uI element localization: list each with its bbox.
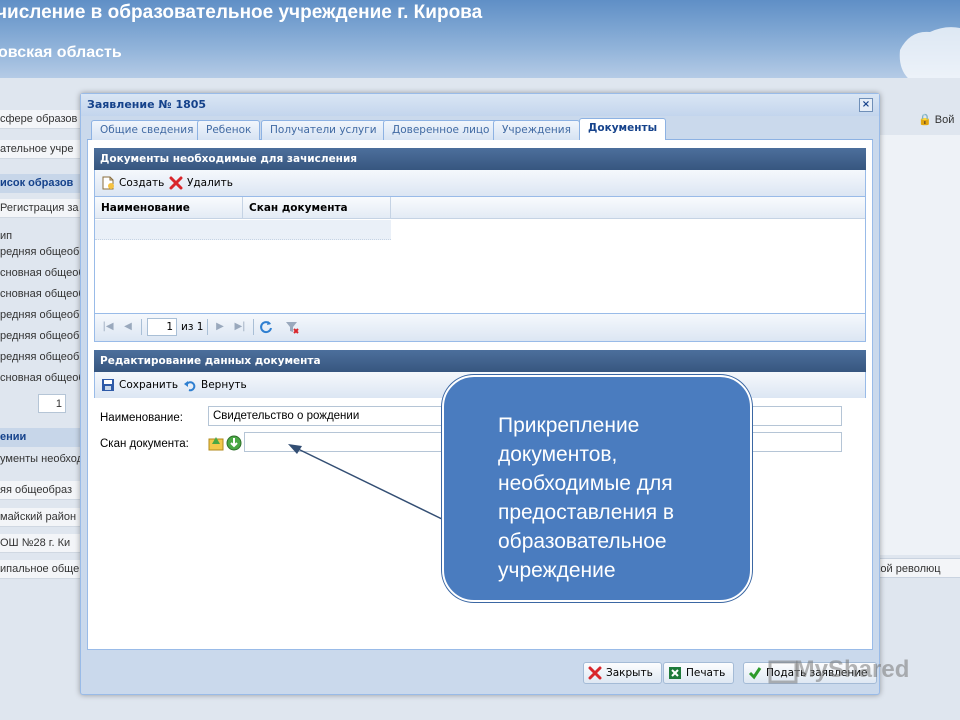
tab-documents[interactable]: Документы xyxy=(579,118,667,141)
upload-folder-icon[interactable] xyxy=(208,434,224,452)
table-row[interactable] xyxy=(95,220,391,240)
documents-grid: Наименование Скан документа xyxy=(94,196,866,314)
bg-left-row: ипальное обще xyxy=(0,560,82,579)
russia-map-icon xyxy=(899,27,960,78)
bg-left-band: исок образов xyxy=(0,174,82,193)
column-scan[interactable]: Скан документа xyxy=(243,197,391,219)
bg-left-row: редняя общеобр xyxy=(0,351,82,363)
bg-left-row: сновная общеоб xyxy=(0,372,82,384)
tab-child[interactable]: Ребенок xyxy=(197,120,261,140)
scan-label: Скан документа: xyxy=(100,438,189,450)
tab-general[interactable]: Общие сведения xyxy=(91,120,203,140)
tab-recipients[interactable]: Получатели услуги xyxy=(261,120,386,140)
bg-left-row: ОШ №28 г. Ки xyxy=(0,534,82,553)
download-icon[interactable] xyxy=(226,434,242,452)
page-count: из 1 xyxy=(181,321,204,333)
bg-left-row: ументы необход xyxy=(0,453,82,465)
bg-left-row: ательное учре xyxy=(0,140,82,159)
checkmark-icon xyxy=(748,667,762,680)
background-right-pane xyxy=(880,135,960,555)
bg-left-band: ении xyxy=(0,428,82,447)
callout-text: Прикрепление документов, необходимые для… xyxy=(498,414,675,582)
bg-left-row: яя общеобраз xyxy=(0,481,82,500)
dialog-title: Заявление № 1805 xyxy=(87,98,207,111)
docs-pager: |◀ ◀ 1 из 1 ▶ ▶| xyxy=(94,314,866,342)
refresh-icon[interactable] xyxy=(259,320,273,334)
last-page-icon[interactable]: ▶| xyxy=(233,320,247,334)
close-icon[interactable]: × xyxy=(859,98,873,112)
app-subtitle: овская область xyxy=(0,44,122,61)
clear-filter-icon[interactable] xyxy=(285,320,299,334)
tab-trustee[interactable]: Доверенное лицо xyxy=(383,120,499,140)
revert-button[interactable]: Вернуть xyxy=(181,377,247,393)
delete-label: Удалить xyxy=(187,177,233,189)
delete-icon xyxy=(588,666,602,680)
app-title: числение в образовательное учреждение г.… xyxy=(0,2,483,23)
next-page-icon[interactable]: ▶ xyxy=(213,320,227,334)
bg-pager-input[interactable]: 1 xyxy=(38,394,66,413)
name-label: Наименование: xyxy=(100,412,183,424)
bg-left-row: редняя общеобр xyxy=(0,309,82,321)
watermark-text: MyShared xyxy=(794,656,910,683)
dialog-header: Заявление № 1805 × xyxy=(81,94,879,116)
docs-toolbar: Создать Удалить xyxy=(94,170,866,196)
bg-left-row: майский район xyxy=(0,508,82,527)
tab-strip: Общие сведения Ребенок Получатели услуги… xyxy=(87,118,873,141)
print-button[interactable]: Печать xyxy=(663,662,735,684)
delete-icon xyxy=(169,176,183,190)
page-input[interactable]: 1 xyxy=(147,318,177,336)
grid-header: Наименование Скан документа xyxy=(95,197,865,219)
bg-right-text: ской революц xyxy=(870,558,960,578)
prev-page-icon[interactable]: ◀ xyxy=(121,320,135,334)
close-button[interactable]: Закрыть xyxy=(583,662,662,684)
create-label: Создать xyxy=(119,177,165,189)
bg-left-row: редняя общеобр xyxy=(0,330,82,342)
tab-institutions[interactable]: Учреждения xyxy=(493,120,580,140)
toolbar-separator xyxy=(141,319,142,335)
login-link[interactable]: 🔒 Вой xyxy=(918,110,960,130)
close-label: Закрыть xyxy=(606,667,653,679)
bg-left-row: редняя общеобр xyxy=(0,246,82,258)
app-header: числение в образовательное учреждение г.… xyxy=(0,0,960,78)
new-document-icon xyxy=(102,176,114,190)
bg-left-row: сновная общеоб xyxy=(0,288,82,300)
save-button[interactable]: Сохранить xyxy=(99,377,178,393)
excel-icon xyxy=(669,667,681,679)
first-page-icon[interactable]: |◀ xyxy=(101,320,115,334)
delete-button[interactable]: Удалить xyxy=(167,175,233,191)
docs-panel-header: Документы необходимые для зачисления xyxy=(94,148,866,170)
floppy-disk-icon xyxy=(102,379,114,391)
bg-left-row: сновная общеоб xyxy=(0,267,82,279)
toolbar-separator xyxy=(253,319,254,335)
column-name[interactable]: Наименование xyxy=(95,197,243,219)
watermark: MyShared xyxy=(768,656,910,684)
callout-annotation: Прикрепление документов, необходимые для… xyxy=(442,375,752,602)
save-label: Сохранить xyxy=(119,379,179,391)
undo-icon xyxy=(184,381,196,392)
create-button[interactable]: Создать xyxy=(99,175,164,191)
login-label: Вой xyxy=(934,114,955,126)
bg-left-row: сфере образов xyxy=(0,110,82,129)
toolbar-separator xyxy=(207,319,208,335)
edit-panel-header: Редактирование данных документа xyxy=(94,350,866,372)
print-label: Печать xyxy=(686,667,726,679)
bg-left-row: Регистрация за xyxy=(0,199,82,218)
revert-label: Вернуть xyxy=(201,379,247,391)
